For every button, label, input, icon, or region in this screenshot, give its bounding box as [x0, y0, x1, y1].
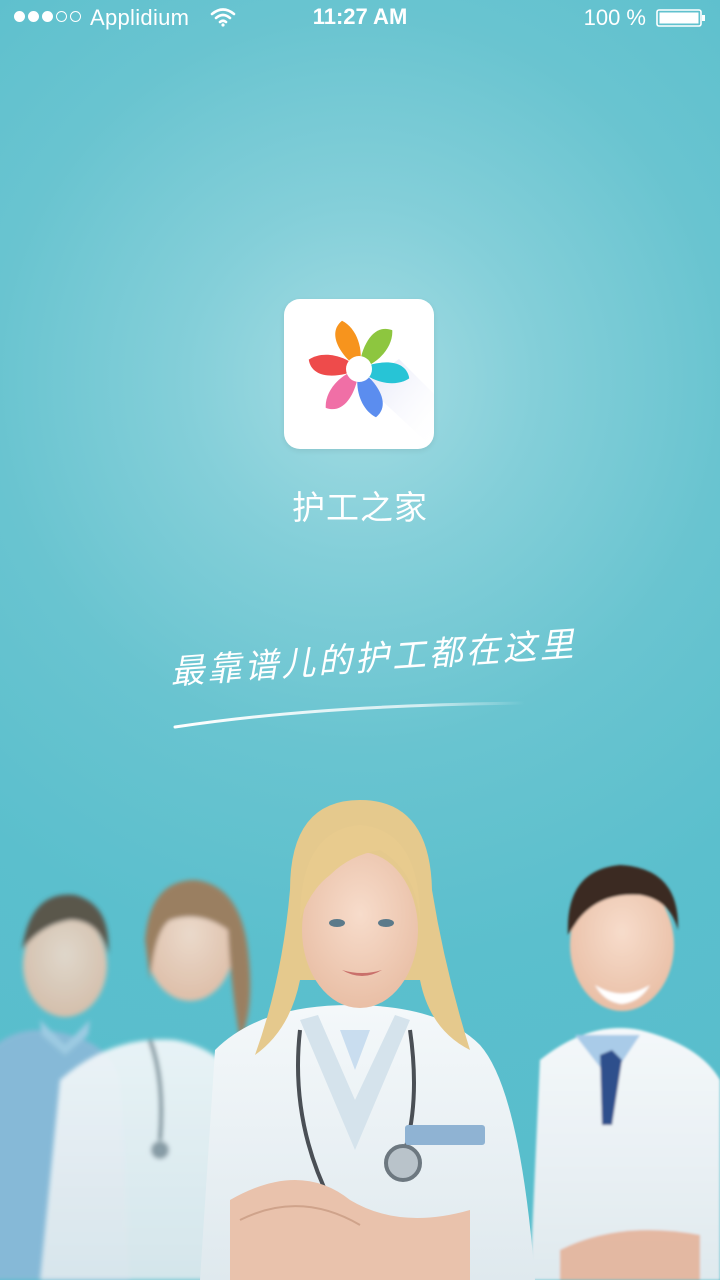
- tagline: 最靠谱儿的护工都在这里: [168, 624, 578, 693]
- splash-screen: Applidium 11:27 AM 100 % 护工之家 最靠谱儿的护工都在这…: [0, 0, 720, 1280]
- medical-team-illustration: [0, 780, 720, 1280]
- app-title: 护工之家: [292, 488, 428, 527]
- tagline-underline: [173, 701, 527, 729]
- app-logo: [284, 299, 434, 449]
- medical-team-icon: [0, 800, 720, 1280]
- flower-pinwheel-icon: [308, 320, 434, 449]
- battery-percentage: 100 %: [583, 5, 646, 30]
- status-bar: Applidium 11:27 AM 100 %: [0, 0, 720, 40]
- battery-full-icon: [656, 9, 705, 27]
